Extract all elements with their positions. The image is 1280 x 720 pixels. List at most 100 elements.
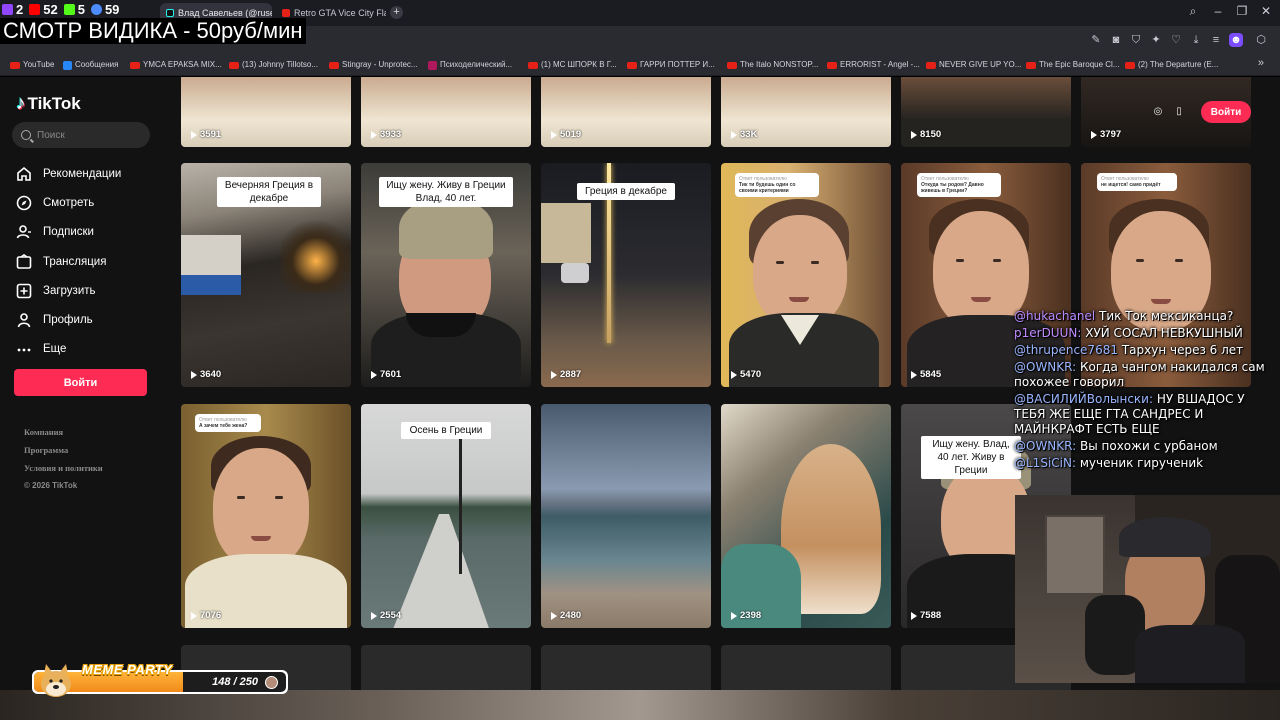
bookmark-label: (13) Johnny Tillotso... [242, 60, 319, 69]
video-thumbnail[interactable]: 33K [721, 77, 891, 147]
sidebar-item-more[interactable]: Еще [16, 335, 156, 364]
login-button-top[interactable]: Войти [1201, 101, 1251, 123]
mouth [971, 297, 991, 302]
video-thumbnail[interactable]: 3591 [181, 77, 351, 147]
youtube-icon [229, 61, 239, 69]
profile-icon[interactable]: ☻ [1229, 33, 1243, 47]
bookmark-item[interactable]: Сообщения [63, 54, 118, 76]
bookmark-item[interactable]: Психоделический... [428, 54, 512, 76]
bookmark-item[interactable]: NEVER GIVE UP YO... [926, 54, 1021, 76]
bookmark-item[interactable]: The Italo NONSTOP... [727, 54, 818, 76]
minimize-icon[interactable]: – [1209, 4, 1227, 18]
lamp-post [459, 424, 462, 574]
chat-message: @OWNKR: Вы похожи с урбаном [1010, 437, 1280, 454]
view-count-text: 5019 [560, 129, 582, 140]
video-thumbnail[interactable]: Ищу жену. Живу в Греции Влад, 40 лет. 76… [361, 163, 531, 387]
stat-value: 5 [77, 1, 85, 17]
sidebar-item-label: Подписки [43, 226, 94, 239]
close-icon[interactable]: ✕ [1257, 4, 1275, 18]
video-thumbnail[interactable]: 2480 [541, 404, 711, 628]
live-icon [16, 253, 32, 270]
coin-icon [265, 676, 278, 689]
video-thumbnail[interactable]: Вечерняя Греция в декабре 3640 [181, 163, 351, 387]
tiktok-logo[interactable]: ♪ TikTok [16, 93, 81, 115]
chat-username: @ВАСИЛИЙВолынски: [1014, 392, 1154, 406]
chat-username: @thrupence7681 [1014, 343, 1118, 357]
video-thumbnail[interactable]: Ответ пользователю Тик ти будешь один со … [721, 163, 891, 387]
bookmark-item[interactable]: YMCA ЕРАКSА MIX... [130, 54, 222, 76]
camera-icon[interactable]: ◙ [1109, 33, 1123, 47]
play-icon [371, 130, 377, 139]
bookmark-item[interactable]: YouTube [10, 54, 54, 76]
video-thumbnail[interactable]: Греция в декабре 2887 [541, 163, 711, 387]
restore-icon[interactable]: ❐ [1233, 4, 1251, 18]
heart-icon[interactable]: ♡ [1169, 33, 1183, 47]
eye [776, 261, 784, 264]
sidebar-item-label: Еще [43, 343, 67, 356]
tab-label: Retro GTA Vice City Flash [294, 8, 386, 18]
bookmark-item[interactable]: Stingray - Unprotec... [329, 54, 418, 76]
menu-icon[interactable]: ≡ [1209, 33, 1223, 47]
sidebar-item-profile[interactable]: Профиль [16, 305, 156, 334]
vk-play-icon [90, 3, 102, 15]
video-thumbnail[interactable]: 3933 [361, 77, 531, 147]
new-tab-button[interactable]: + [390, 6, 403, 19]
settings-icon[interactable]: ⬡ [1254, 33, 1268, 47]
video-thumbnail[interactable]: 8150 [901, 77, 1071, 147]
search-tabs-icon[interactable]: ⌕ [1184, 4, 1202, 19]
view-count-text: 2887 [560, 369, 582, 380]
footer-link-terms[interactable]: Условия и политики [24, 459, 103, 477]
video-thumbnail[interactable]: Осень в Греции 2554 [361, 404, 531, 628]
search-input[interactable] [37, 129, 142, 141]
login-button[interactable]: Войти [14, 369, 147, 396]
download-icon[interactable]: ⤓ [1189, 33, 1203, 47]
coin-icon[interactable]: ◎ [1151, 105, 1165, 119]
compass-icon [16, 195, 32, 211]
youtube-icon [727, 61, 737, 69]
view-count-text: 7588 [920, 610, 942, 621]
view-count: 3591 [191, 129, 221, 140]
sidebar-item-label: Трансляция [43, 255, 107, 268]
video-thumbnail[interactable]: 5019 [541, 77, 711, 147]
webcam-overlay [1015, 495, 1280, 683]
search-box[interactable] [12, 122, 150, 148]
sidebar-item-explore[interactable]: Смотреть [16, 188, 156, 217]
footer-link-company[interactable]: Компания [24, 423, 103, 441]
mouth [1151, 299, 1171, 304]
device-icon[interactable]: ▯ [1172, 105, 1186, 119]
video-caption: Ищу жену. Влад, 40 лет. Живу в Греции [921, 436, 1021, 479]
view-count-text: 2480 [560, 610, 582, 621]
eye [1175, 259, 1183, 262]
upload-icon [16, 283, 32, 299]
sidebar-item-label: Загрузить [43, 284, 96, 297]
bookmark-label: (1) МС ШПОРК В Г... [541, 60, 617, 69]
shield-icon[interactable]: ⛉ [1129, 33, 1143, 47]
more-bookmarks-icon[interactable]: » [1258, 57, 1264, 69]
bookmark-item[interactable]: ERRORIST - Angel -... [827, 54, 920, 76]
comment-text: А зачем тебе жена? [199, 423, 248, 429]
sidebar-item-following[interactable]: Подписки [16, 218, 156, 247]
chat-text: Вы похожи с урбаном [1080, 439, 1218, 453]
search-icon [21, 130, 31, 140]
bookmark-item[interactable]: (1) МС ШПОРК В Г... [528, 54, 617, 76]
extension-icon[interactable]: ✦ [1149, 33, 1163, 47]
eye [237, 496, 245, 499]
youtube-icon [329, 61, 339, 69]
view-count: 5845 [911, 369, 941, 380]
sidebar-item-upload[interactable]: Загрузить [16, 276, 156, 305]
view-count: 3640 [191, 369, 221, 380]
play-icon [731, 370, 737, 379]
bookmark-item[interactable]: (2) The Departure (E... [1125, 54, 1218, 76]
bookmark-item[interactable]: The Epic Baroque Cl... [1026, 54, 1119, 76]
video-thumbnail[interactable]: Ответ пользователю А зачем тебе жена? 707… [181, 404, 351, 628]
bookmark-item[interactable]: (13) Johnny Tillotso... [229, 54, 318, 76]
video-thumbnail[interactable]: 2398 [721, 404, 891, 628]
youtube-icon [130, 61, 140, 69]
bookmark-item[interactable]: ГАРРИ ПОТТЕР И... [627, 54, 715, 76]
footer-link-program[interactable]: Программа [24, 441, 103, 459]
meme-party-count: 148 / 250 [212, 676, 258, 688]
edit-icon[interactable]: ✎ [1089, 33, 1103, 47]
sidebar-item-recommended[interactable]: Рекомендации [16, 159, 156, 188]
sidebar-item-live[interactable]: Трансляция [16, 247, 156, 276]
play-icon [1091, 130, 1097, 139]
